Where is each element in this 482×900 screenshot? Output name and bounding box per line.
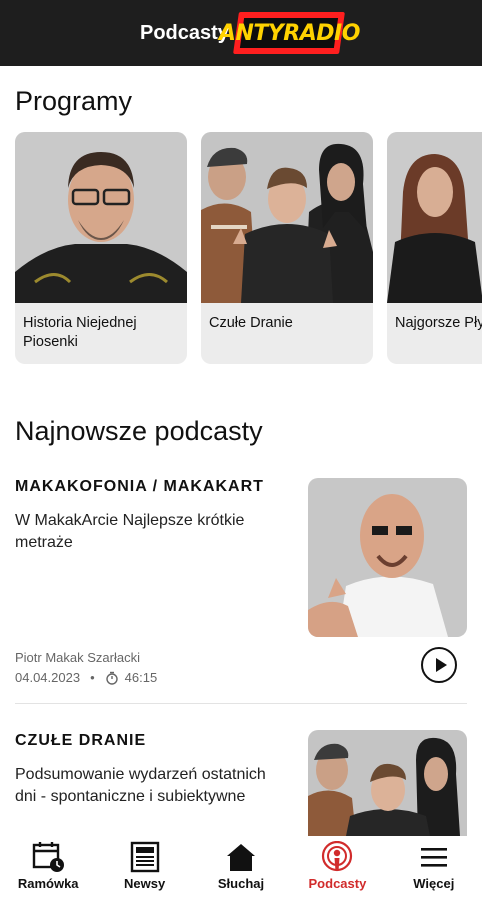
nav-label: Podcasty [308, 876, 367, 891]
podcast-show-name: MAKAKOFONIA / MAKAKART [15, 478, 264, 495]
podcast-icon [322, 841, 353, 872]
podcast-item[interactable]: MAKAKOFONIA / MAKAKART W MakakArcie Najl… [15, 478, 467, 688]
nav-label: Więcej [413, 876, 455, 891]
top-bar: Podcasty ANTYRADIO [0, 0, 482, 66]
nav-label: Newsy [124, 876, 166, 891]
podcast-thumbnail [308, 730, 467, 836]
news-icon [130, 841, 159, 873]
podcast-date: 04.04.2023 [15, 670, 81, 685]
nav-item-ramowka[interactable]: Ramówka [0, 836, 96, 900]
bottom-navigation: Ramówka Newsy Słuchaj Podcasty Więcej [0, 836, 482, 900]
podcast-meta: 04.04.2023 • 46:15 [15, 670, 157, 685]
nav-item-podcasty[interactable]: Podcasty [289, 836, 385, 900]
divider [15, 703, 467, 704]
program-card-czule-dranie[interactable]: Czułe Dranie [201, 132, 373, 364]
program-image [201, 132, 373, 303]
latest-podcasts-heading: Najnowsze podcasty [15, 416, 263, 446]
stopwatch-icon [105, 671, 118, 685]
menu-icon [420, 848, 447, 867]
program-image [15, 132, 187, 303]
podcast-author: Piotr Makak Szarłacki [15, 650, 140, 665]
programs-carousel[interactable]: Historia Niejednej Piosenki Czułe Dranie [15, 132, 482, 364]
nav-item-wiecej[interactable]: Więcej [386, 836, 482, 900]
nav-label: Ramówka [17, 876, 79, 891]
program-label: Czułe Dranie [209, 315, 293, 331]
program-card-najgorsze-plyty[interactable]: Najgorsze Płyty Świata [387, 132, 482, 364]
page-title: Podcasty [140, 22, 229, 44]
podcast-item[interactable]: CZUŁE DRANIE Podsumowanie wydarzeń ostat… [15, 730, 467, 836]
program-image [387, 132, 482, 303]
logo-text: ANTYRADIO [218, 20, 360, 46]
nav-item-sluchaj[interactable]: Słuchaj [193, 836, 289, 900]
antyradio-logo: ANTYRADIO [219, 12, 360, 54]
nav-label: Słuchaj [217, 876, 265, 891]
podcast-duration: 46:15 [124, 670, 158, 685]
program-card-historia[interactable]: Historia Niejednej Piosenki [15, 132, 187, 364]
meta-separator: • [90, 670, 95, 685]
program-label: Najgorsze Płyty Świata [395, 315, 482, 331]
podcast-title: W MakakArcie Najlepsze krótkie metraże [15, 512, 245, 551]
schedule-icon [33, 842, 65, 872]
home-icon [227, 844, 256, 871]
program-label: Historia Niejednej Piosenki [23, 315, 137, 350]
play-button[interactable] [421, 647, 457, 683]
podcast-title: Podsumowanie wydarzeń ostatnich dni - sp… [15, 766, 266, 805]
programs-heading: Programy [15, 86, 133, 116]
podcast-show-name: CZUŁE DRANIE [15, 732, 147, 749]
podcast-thumbnail [308, 478, 467, 637]
nav-item-newsy[interactable]: Newsy [96, 836, 192, 900]
